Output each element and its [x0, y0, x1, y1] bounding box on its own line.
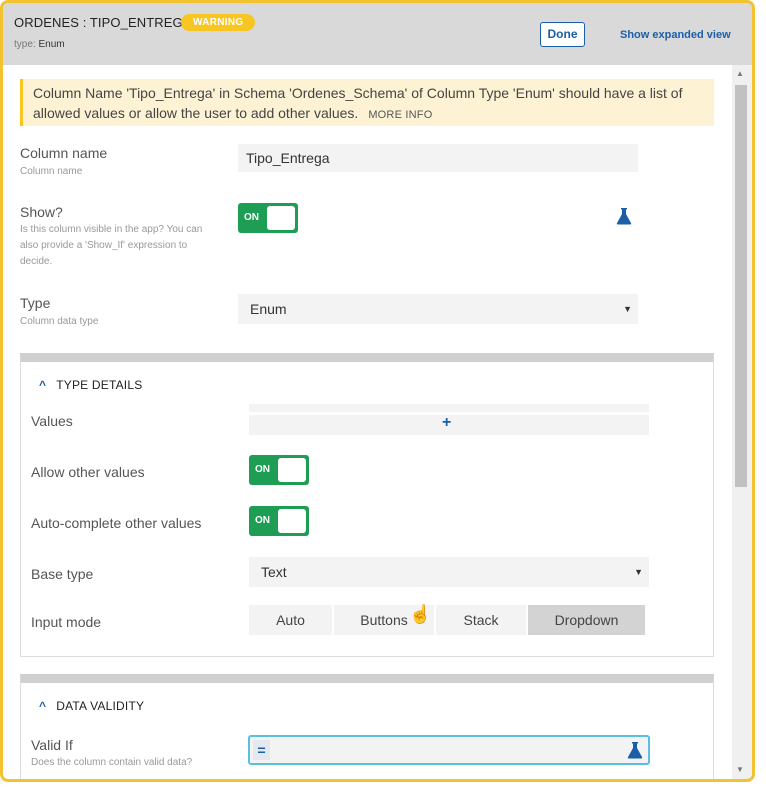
type-help: Column data type — [20, 316, 99, 327]
scroll-up-icon[interactable]: ▲ — [736, 69, 744, 78]
type-details-header[interactable]: ^ TYPE DETAILS — [39, 378, 142, 392]
expression-icon[interactable]: = — [253, 740, 270, 760]
autocomplete-toggle[interactable]: ON — [249, 506, 309, 536]
chevron-up-icon: ^ — [39, 378, 47, 392]
more-info-link[interactable]: MORE INFO — [368, 109, 432, 121]
caret-down-icon: ▼ — [634, 567, 643, 577]
warning-text: Column Name 'Tipo_Entrega' in Schema 'Or… — [33, 85, 683, 121]
plus-icon: + — [442, 414, 452, 431]
toggle-knob — [278, 458, 306, 482]
hand-cursor-icon: ☝ — [409, 604, 432, 624]
toggle-knob — [278, 509, 306, 533]
values-list — [249, 404, 649, 412]
type-value: Enum — [38, 39, 65, 50]
type-details-heading: TYPE DETAILS — [56, 378, 143, 392]
autocomplete-label: Auto-complete other values — [31, 515, 202, 531]
type-select-value: Enum — [250, 301, 287, 317]
input-mode-label: Input mode — [31, 614, 102, 630]
caret-down-icon: ▼ — [623, 304, 632, 314]
show-help: Is this column visible in the app? You c… — [20, 224, 203, 267]
show-label: Show? — [20, 204, 63, 220]
column-name-label: Column name — [20, 145, 108, 161]
toggle-knob — [267, 206, 295, 230]
base-type-value: Text — [261, 564, 287, 580]
beaker-icon[interactable] — [615, 207, 633, 225]
beaker-icon[interactable] — [626, 741, 644, 759]
input-mode-stack[interactable]: Stack — [436, 605, 526, 635]
valid-if-help: Does the column contain valid data? — [31, 757, 193, 768]
type-prefix: type: — [14, 39, 36, 50]
page-title: ORDENES : TIPO_ENTREGA — [14, 15, 192, 30]
show-expanded-view-link[interactable]: Show expanded view — [620, 29, 731, 41]
scroll-down-icon[interactable]: ▼ — [736, 765, 744, 774]
data-validity-section: ^ DATA VALIDITY Valid If Does the column … — [20, 674, 714, 779]
add-value-button[interactable]: + — [249, 414, 649, 435]
show-toggle[interactable]: ON — [238, 203, 298, 233]
input-mode-dropdown[interactable]: Dropdown — [528, 605, 645, 635]
input-mode-auto[interactable]: Auto — [249, 605, 332, 635]
vertical-scrollbar[interactable]: ▲ ▼ — [732, 65, 752, 779]
warning-banner: Column Name 'Tipo_Entrega' in Schema 'Or… — [20, 79, 714, 126]
allow-other-toggle-label: ON — [255, 464, 270, 475]
type-select[interactable]: Enum ▼ — [238, 294, 638, 324]
allow-other-toggle[interactable]: ON — [249, 455, 309, 485]
column-name-input[interactable]: Tipo_Entrega — [238, 144, 638, 172]
data-validity-heading: DATA VALIDITY — [56, 699, 145, 713]
base-type-select[interactable]: Text ▼ — [249, 557, 649, 587]
type-label: Type — [20, 295, 51, 311]
column-editor-dialog: ORDENES : TIPO_ENTREGA WARNING type: Enu… — [0, 0, 755, 782]
valid-if-label: Valid If — [31, 737, 73, 753]
column-name-help: Column name — [20, 166, 83, 177]
warning-badge: WARNING — [181, 14, 256, 31]
scroll-thumb[interactable] — [735, 85, 747, 487]
dialog-header: ORDENES : TIPO_ENTREGA WARNING type: Enu… — [3, 3, 752, 65]
type-details-section: ^ TYPE DETAILS Values + Allow other value… — [20, 353, 714, 657]
column-type-caption: type: Enum — [14, 39, 65, 50]
autocomplete-toggle-label: ON — [255, 515, 270, 526]
show-toggle-label: ON — [244, 212, 259, 223]
values-label: Values — [31, 413, 73, 429]
input-mode-segmented: Auto Buttons Stack Dropdown — [249, 605, 645, 635]
dialog-body: Column Name 'Tipo_Entrega' in Schema 'Or… — [3, 65, 732, 779]
chevron-up-icon: ^ — [39, 699, 47, 713]
done-button[interactable]: Done — [540, 22, 585, 47]
base-type-label: Base type — [31, 566, 94, 582]
valid-if-input[interactable]: = — [248, 735, 650, 765]
data-validity-header[interactable]: ^ DATA VALIDITY — [39, 699, 144, 713]
allow-other-label: Allow other values — [31, 464, 145, 480]
